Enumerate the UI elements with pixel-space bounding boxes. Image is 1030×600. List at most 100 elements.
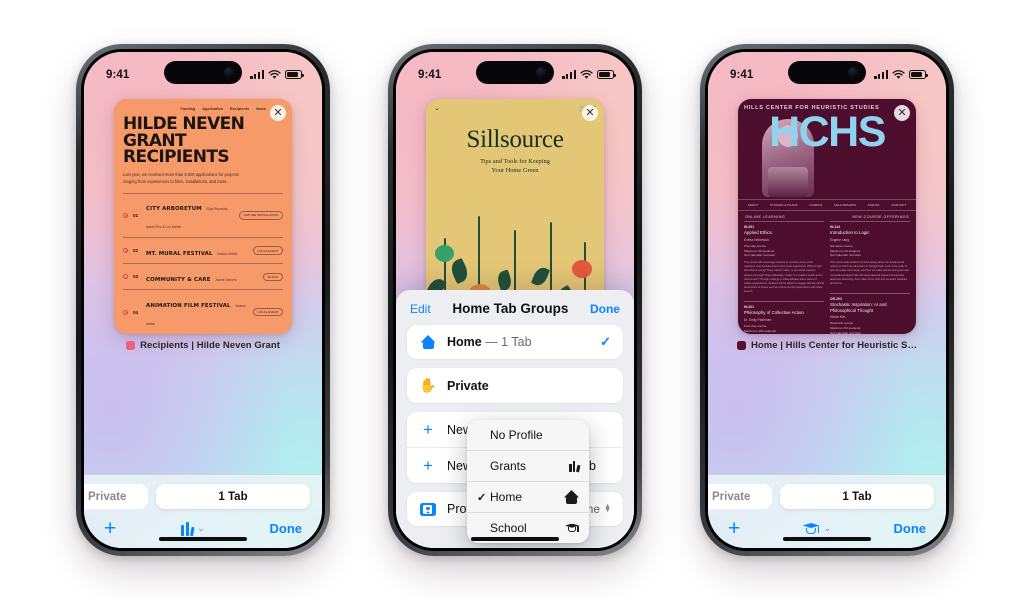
new-tab-button[interactable]: + [104,518,116,539]
website-hchs: HILLS CENTER FOR HEURISTIC STUDIES HCHS … [738,99,916,334]
phone-screen-right: 9:41 HILLS CENTER FOR HEURISTIC STUDIES … [708,52,946,548]
tab-group-button[interactable]: ⌄ [802,522,831,535]
list-item[interactable]: 01 CITY ARBORETUM Ellya Reynolds, Isabel… [123,192,283,237]
status-indicators [250,69,304,80]
nav-item[interactable]: STUDIES & PLANS [770,203,798,207]
item-name: ANIMATION FILM FESTIVAL [146,303,231,310]
course-item[interactable]: IN-391 Applied Ethics Everta Herkewich F… [744,221,824,294]
nav-item[interactable]: CAMPUS [809,203,822,207]
profile-dropdown-menu[interactable]: No Profile Grants ✓ Home School [467,420,589,543]
nav-item[interactable]: CONTACT [891,203,906,207]
cellular-bars-icon [874,70,888,79]
status-time: 9:41 [730,68,754,81]
toolbar-actions: + ⌄ Done [708,509,946,539]
house-icon [564,490,579,504]
favicon [737,341,746,350]
dropdown-item-home[interactable]: ✓ Home [467,482,589,513]
section-headers: ONLINE LEARNING NEW COURSE OFFERINGS [738,211,916,221]
page-title: HILDE NEVEN GRANT RECIPIENTS [114,111,292,166]
course-name: Introduction to Logic [830,230,870,236]
panel-header: Edit Home Tab Groups Done [396,290,634,325]
contact-card-icon [419,502,437,516]
close-tab-button[interactable]: ✕ [894,105,910,121]
tab-mode-pills: Private 1 Tab [84,475,322,509]
item-text: MT. MURAL FESTIVAL Various Artists [146,242,248,260]
nav-item[interactable]: News [256,107,266,111]
chevron-down-icon: ⌄ [197,523,205,533]
graduation-cap-icon [564,523,579,534]
wifi-icon [892,69,905,79]
close-tab-button[interactable]: ✕ [582,105,598,121]
nav-item[interactable]: PORTAL [868,203,880,207]
item-tag: NATURE INSTALLATION [239,211,283,220]
site-hero: HILLS CENTER FOR HEURISTIC STUDIES HCHS [738,99,916,199]
site-title: Sillsource [466,126,564,153]
course-name: Stochastic Inspiration: AI and Philosoph… [830,302,887,313]
tab-count-button[interactable]: 1 Tab [156,484,310,509]
done-button[interactable]: Done [270,521,303,536]
private-tab-button[interactable]: Private [708,484,772,509]
home-indicator[interactable] [783,537,871,541]
phone-right: 9:41 HILLS CENTER FOR HEURISTIC STUDIES … [700,44,954,556]
close-tab-button[interactable]: ✕ [270,105,286,121]
tab-preview-hilde-neven[interactable]: Funding Application Recipients News HILD… [114,99,292,334]
course-item[interactable]: IN-201 Philosophy of Collective Action D… [744,301,824,334]
tab-group-private-row[interactable]: ✋ Private [407,368,623,403]
private-tab-button[interactable]: Private [84,484,148,509]
tab-mode-pills: Private 1 Tab [708,475,946,509]
list-item[interactable]: 02 MT. MURAL FESTIVAL Various Artists LO… [123,237,283,263]
item-tag: MURAL [263,272,283,282]
tab-group-home-row[interactable]: Home — 1 Tab ✓ [407,325,623,359]
home-indicator[interactable] [471,537,559,541]
list-item[interactable]: 04 ANIMATION FILM FESTIVAL Various Artis… [123,289,283,334]
chevron-up-down-icon: ▲ ▼ [604,502,611,514]
row-label: Home — 1 Tab [447,335,590,349]
wifi-icon [580,69,593,79]
tab-card-right[interactable]: HILLS CENTER FOR HEURISTIC STUDIES HCHS … [737,99,917,351]
course-code: IN-201 [744,305,755,310]
tab-group-list-secondary: ✋ Private [407,368,623,403]
hand-raised-icon: ✋ [419,377,437,393]
dropdown-item-no-profile[interactable]: No Profile [467,420,589,451]
item-number: 01 [133,212,139,218]
status-indicators [874,69,928,80]
tab-count-button[interactable]: 1 Tab [780,484,934,509]
course-meta: Six-week course Maximum 20 students Set … [830,243,862,258]
nav-item[interactable]: Application [202,107,223,111]
tab-preview-hchs[interactable]: HILLS CENTER FOR HEURISTIC STUDIES HCHS … [738,99,916,334]
item-text: ANIMATION FILM FESTIVAL Various Artists [146,294,248,330]
course-item[interactable]: IN-144 Introduction to Logic Eugene Lang… [830,221,910,286]
nav-item[interactable]: FELLOWSHIPS [834,203,856,207]
nav-item[interactable]: ABOUT [748,203,759,207]
item-artist: Various Artists [217,251,238,256]
dropdown-label: School [490,521,527,535]
dropdown-item-grants[interactable]: Grants [467,451,589,482]
checkmark-icon: ✓ [600,334,611,349]
site-logo: HCHS [769,108,886,156]
house-icon [419,335,437,349]
item-name: MT. MURAL FESTIVAL [146,250,213,257]
chevron-down-icon[interactable]: ⌄ [434,104,440,112]
tab-group-button[interactable]: ⌄ [181,521,205,536]
done-button[interactable]: Done [590,302,620,316]
course-item[interactable]: GR-203 Stochastic Inspiration: AI and Ph… [830,292,910,334]
item-number: 04 [133,309,139,315]
edit-button[interactable]: Edit [410,302,431,316]
item-tag: LOCAL EVENT [252,307,283,317]
done-button[interactable]: Done [894,521,927,536]
page-intro: Last year, we received more than 8,000 a… [123,171,239,184]
status-indicators [562,69,616,80]
nav-item[interactable]: Recipients [230,107,249,111]
dropdown-label: Home [490,490,523,504]
plus-icon: + [423,420,433,439]
toolbar-actions: + ⌄ Done [84,509,322,539]
course-body: This course will encourage students to c… [744,261,824,294]
new-tab-button[interactable]: + [728,518,740,539]
nav-item[interactable]: Funding [180,107,195,111]
tab-title: Home | Hills Center for Heuristic S… [751,340,917,351]
home-indicator[interactable] [159,537,247,541]
list-item[interactable]: 03 COMMUNITY & CARE Joanie Demers MURAL [123,263,283,289]
tab-card-left[interactable]: Funding Application Recipients News HILD… [114,99,292,351]
tab-group-list-primary: Home — 1 Tab ✓ [407,325,623,359]
row-label-muted: — 1 Tab [481,335,532,349]
